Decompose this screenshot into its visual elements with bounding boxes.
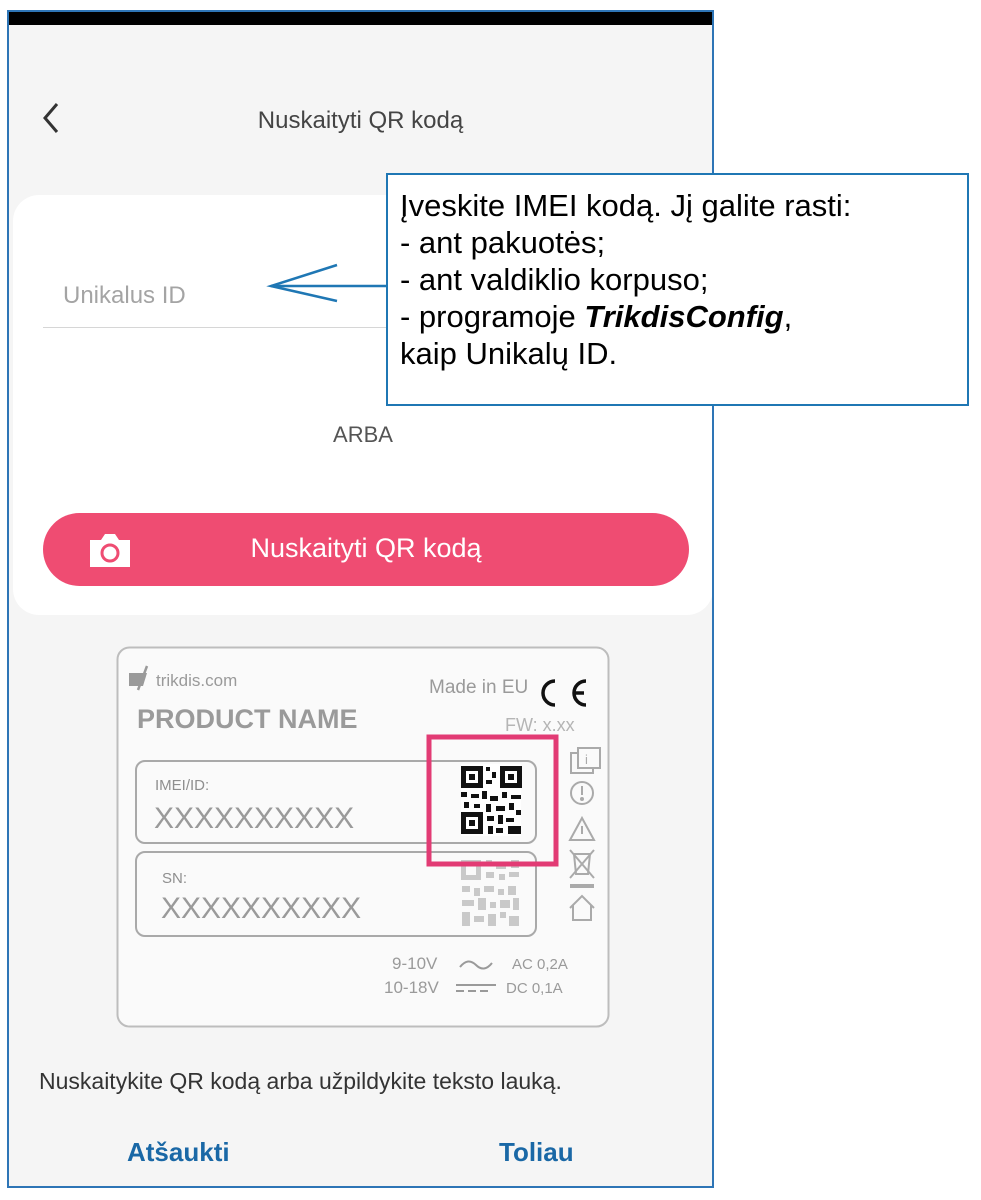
callout-line: kaip Unikalų ID. [400, 336, 618, 371]
cancel-button[interactable]: Atšaukti [127, 1137, 230, 1168]
product-name-text: PRODUCT NAME [137, 704, 358, 734]
svg-text:i: i [585, 752, 588, 767]
callout-line: Įveskite IMEI kodą. Jį galite rasti: [400, 188, 852, 223]
ac-voltage-text: 9-10V [392, 954, 438, 973]
callout-text: , [783, 299, 793, 334]
imei-label: IMEI/ID: [155, 777, 209, 794]
device-label-illustration: trikdis.com PRODUCT NAME Made in EU FW: … [116, 646, 610, 1028]
qr-code-icon [461, 764, 522, 836]
or-divider-label: ARBA [333, 422, 393, 447]
dc-rating-text: DC 0,1A [506, 980, 563, 997]
callout-line: - programoje TrikdisConfig, [400, 298, 967, 335]
brand-text: trikdis.com [156, 671, 237, 690]
scan-qr-button-label: Nuskaityti QR kodą [250, 533, 482, 563]
instruction-text: Nuskaitykite QR kodą arba užpildykite te… [39, 1068, 562, 1094]
page-title: Nuskaityti QR kodą [257, 107, 464, 134]
sn-label: SN: [162, 870, 187, 887]
callout-line: - ant valdiklio korpuso; [400, 262, 709, 297]
callout-text: - programoje [400, 299, 585, 334]
ac-rating-text: AC 0,2A [512, 956, 568, 973]
scan-qr-button[interactable]: Nuskaityti QR kodą [43, 513, 689, 586]
callout-arrow-icon [266, 263, 387, 303]
made-in-text: Made in EU [429, 677, 528, 698]
callout-line: - ant pakuotės; [400, 225, 606, 260]
dc-voltage-text: 10-18V [384, 978, 439, 997]
fw-text: FW: x.xx [505, 715, 575, 735]
imei-value: XXXXXXXXXX [154, 802, 354, 835]
sn-value: XXXXXXXXXX [161, 892, 361, 925]
next-button[interactable]: Toliau [499, 1137, 574, 1168]
app-name: TrikdisConfig [584, 299, 784, 334]
annotation-callout: Įveskite IMEI kodą. Jį galite rasti: - a… [386, 173, 969, 406]
status-bar [9, 12, 712, 25]
